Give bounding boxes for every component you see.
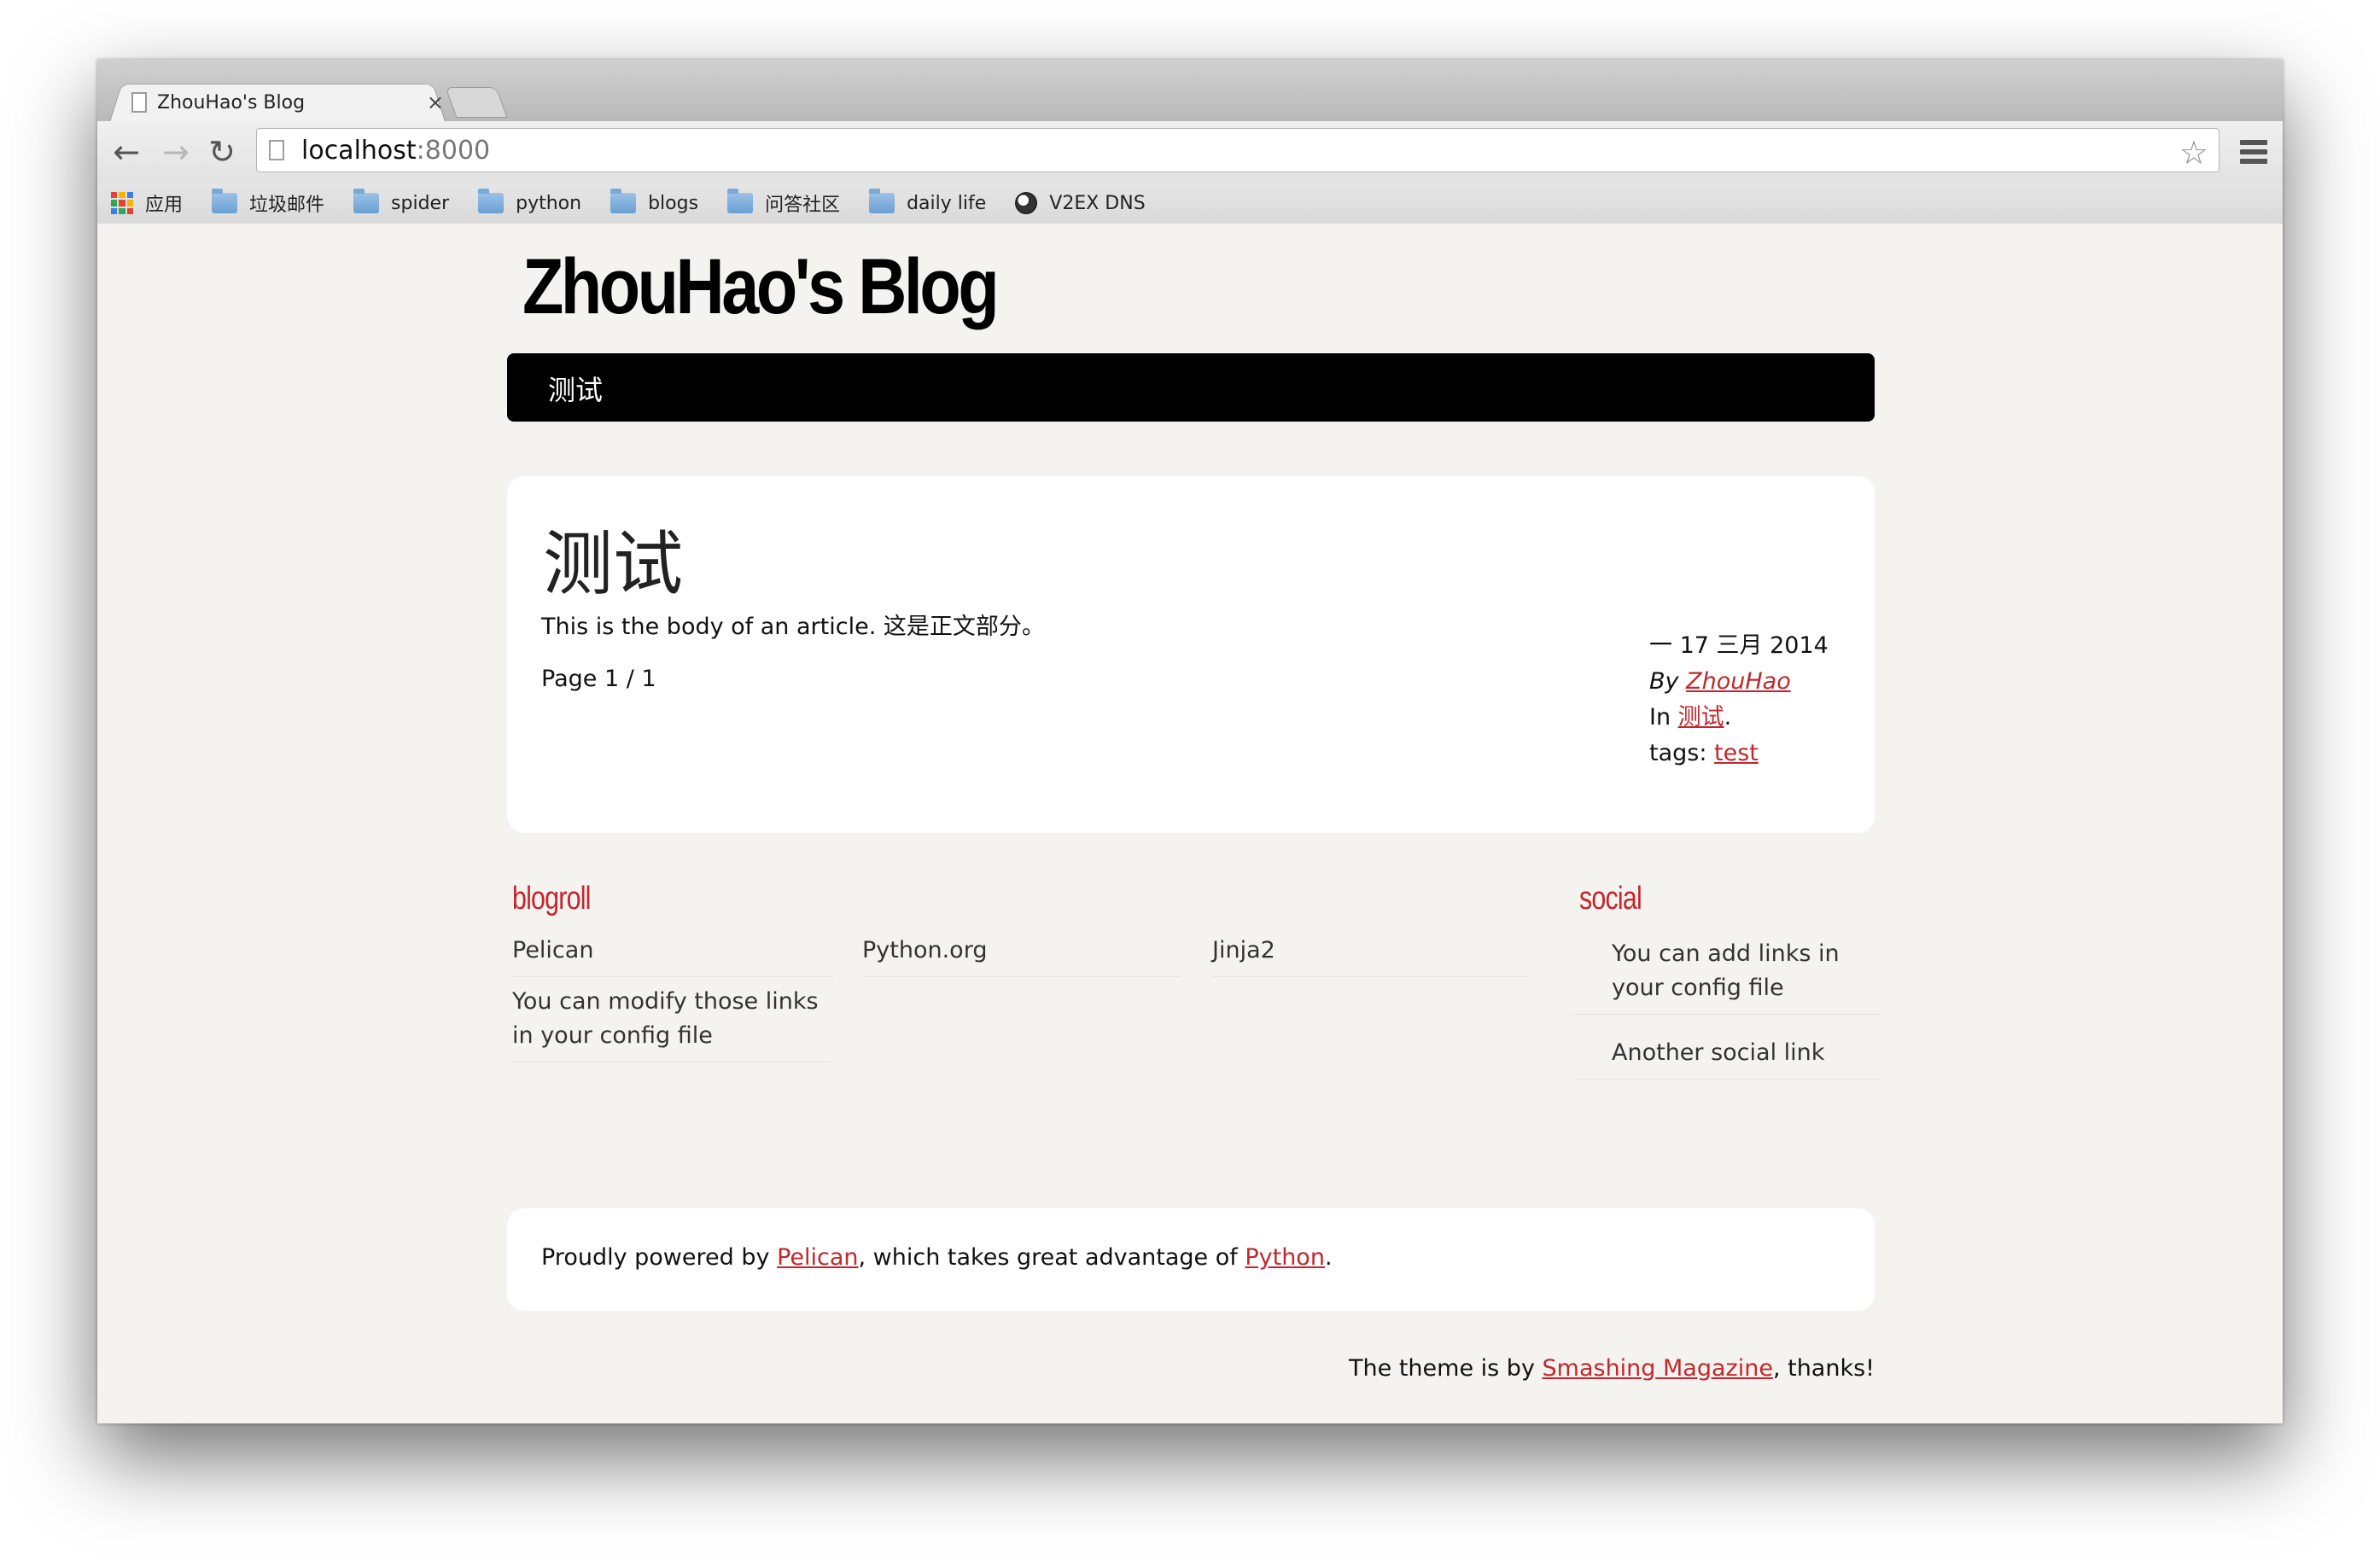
blogroll-link-pelican[interactable]: Pelican	[512, 934, 833, 977]
powered-middle: , which takes great advantage of	[858, 1244, 1238, 1271]
toolbar: ← → ↻ localhost :8000 ☆	[97, 121, 2283, 183]
v2ex-icon	[1015, 192, 1038, 214]
browser-window: ZhouHao's Blog × ← → ↻ localhost :8000 ☆	[97, 60, 2283, 1423]
social-heading: social	[1579, 881, 1642, 917]
python-link[interactable]: Python	[1245, 1244, 1325, 1271]
category-link[interactable]: 测试	[1678, 704, 1724, 731]
tag-link[interactable]: test	[1714, 740, 1759, 766]
folder-icon	[212, 189, 238, 213]
smashing-magazine-link[interactable]: Smashing Magazine	[1543, 1355, 1773, 1382]
url-port: :8000	[416, 135, 491, 166]
powered-end: .	[1324, 1244, 1333, 1271]
site-title[interactable]: ZhouHao's Blog	[522, 242, 1000, 332]
article-date: 一 17 三月 2014	[1649, 632, 1829, 659]
folder-icon	[869, 189, 895, 213]
nav-item-test[interactable]: 测试	[548, 369, 603, 408]
author-link[interactable]: ZhouHao	[1686, 668, 1791, 695]
folder-icon	[610, 189, 637, 213]
theme-credits: The theme is by Smashing Magazine, thank…	[1349, 1355, 1875, 1382]
article-body: This is the body of an article. 这是正文部分。	[541, 614, 1045, 640]
bookmark-star-icon[interactable]: ☆	[2179, 134, 2208, 172]
in-label: In	[1649, 704, 1671, 731]
page-icon	[131, 92, 147, 113]
bookmark-label: python	[516, 192, 582, 214]
category-suffix: .	[1724, 704, 1732, 731]
page-icon	[269, 140, 284, 160]
folder-icon	[478, 189, 505, 213]
powered-by-line: Proudly powered by Pelican, which takes …	[541, 1244, 1333, 1271]
reload-button[interactable]: ↻	[203, 133, 241, 171]
credits-prefix: The theme is by	[1349, 1355, 1535, 1382]
new-tab-button[interactable]	[445, 87, 508, 118]
credits-suffix: , thanks!	[1772, 1355, 1875, 1382]
bookmark-label: spider	[391, 192, 450, 214]
page-content: ZhouHao's Blog 测试 测试 This is the body of…	[97, 224, 2283, 1423]
forward-button[interactable]: →	[157, 133, 195, 171]
bookmark-label: 应用	[145, 195, 184, 216]
blogroll-heading: blogroll	[512, 881, 591, 917]
blogroll-link-jinja2[interactable]: Jinja2	[1212, 934, 1528, 977]
tab-title[interactable]: ZhouHao's Blog	[157, 92, 427, 114]
bookmark-folder-python[interactable]: python	[478, 189, 582, 214]
article-meta: 一 17 三月 2014 By ZhouHao In 测试. tags: tes…	[1649, 628, 1829, 771]
social-link-config[interactable]: You can add links in your config file	[1574, 937, 1881, 1015]
article-card: 测试 This is the body of an article. 这是正文部…	[507, 476, 1875, 833]
article-author-line: By ZhouHao	[1649, 664, 1829, 700]
bookmark-label: blogs	[648, 192, 699, 214]
bookmark-folder-blogs[interactable]: blogs	[610, 189, 699, 214]
bookmark-apps[interactable]: 应用	[111, 189, 183, 217]
folder-icon	[353, 189, 380, 213]
browser-chrome: ZhouHao's Blog × ← → ↻ localhost :8000 ☆	[97, 60, 2283, 224]
bookmark-folder-qa[interactable]: 问答社区	[727, 189, 840, 217]
address-bar[interactable]: localhost :8000 ☆	[256, 128, 2220, 172]
powered-prefix: Proudly powered by	[541, 1244, 770, 1271]
tab-strip: ZhouHao's Blog ×	[97, 60, 2283, 122]
footer-card: Proudly powered by Pelican, which takes …	[507, 1208, 1875, 1311]
bookmark-label: daily life	[907, 192, 987, 214]
bookmarks-bar: 应用 垃圾邮件 spider python blogs 问答社区 daily l…	[97, 183, 2283, 224]
apps-icon	[111, 192, 133, 214]
bookmark-folder-daily-life[interactable]: daily life	[869, 189, 987, 214]
menu-icon[interactable]	[2240, 140, 2267, 164]
bookmark-label: 问答社区	[765, 195, 841, 216]
article-title[interactable]: 测试	[543, 507, 683, 608]
bookmark-folder-spider[interactable]: spider	[353, 189, 450, 214]
url-host: localhost	[301, 135, 417, 166]
bookmark-label: 垃圾邮件	[249, 195, 325, 216]
bookmark-folder-spam[interactable]: 垃圾邮件	[212, 189, 324, 217]
social-link-another[interactable]: Another social link	[1574, 1036, 1881, 1080]
folder-icon	[727, 189, 754, 213]
pelican-link[interactable]: Pelican	[777, 1244, 858, 1271]
blogroll-link-config[interactable]: You can modify those links in your confi…	[512, 985, 830, 1062]
article-category-line: In 测试.	[1649, 700, 1829, 736]
bookmark-v2ex-dns[interactable]: V2EX DNS	[1015, 192, 1146, 214]
blogroll-link-python[interactable]: Python.org	[862, 934, 1181, 977]
tags-label: tags:	[1649, 740, 1707, 766]
main-nav: 测试	[507, 353, 1875, 422]
bookmark-label: V2EX DNS	[1049, 192, 1146, 214]
back-button[interactable]: ←	[108, 133, 145, 171]
close-tab-icon[interactable]: ×	[427, 90, 444, 114]
by-label: By	[1649, 668, 1679, 695]
pagination: Page 1 / 1	[541, 666, 656, 692]
article-tags-line: tags: test	[1649, 736, 1829, 771]
